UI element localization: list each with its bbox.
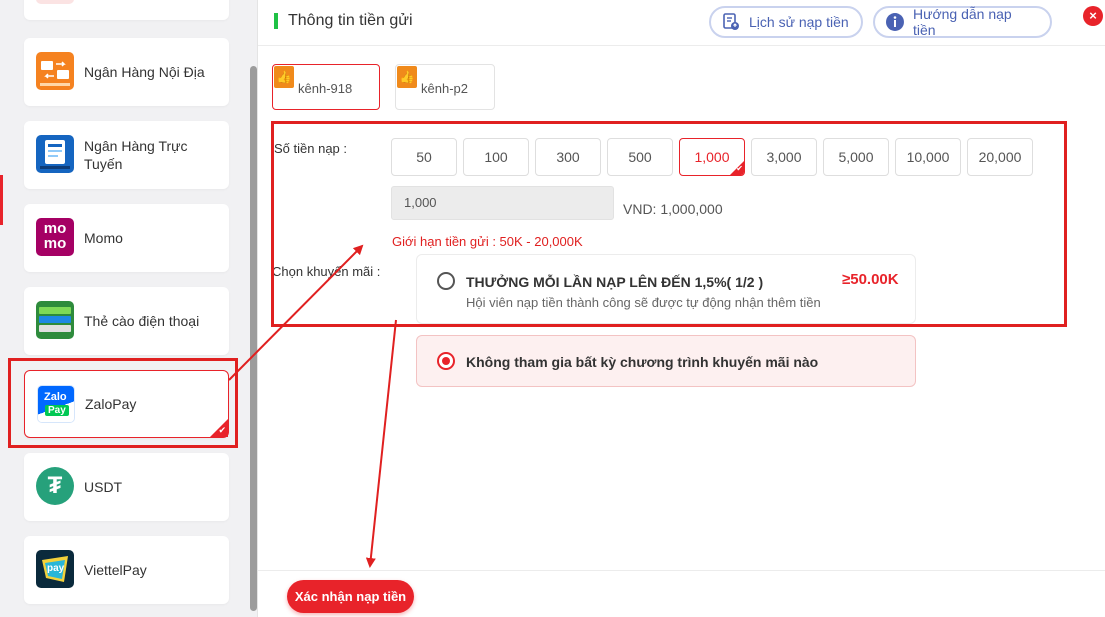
no-promotion-radio[interactable] bbox=[437, 352, 455, 370]
thumbs-up-icon: 👍 bbox=[274, 66, 294, 88]
payment-method-sidebar: Ngân Hàng Nội Địa Ngân Hàng Trực Tuyến m… bbox=[0, 0, 258, 617]
sidebar-item-label: Ngân Hàng Nội Địa bbox=[84, 64, 205, 80]
amount-option-3000[interactable]: 3,000 bbox=[751, 138, 817, 176]
sidebar-item-online-bank[interactable]: Ngân Hàng Trực Tuyến bbox=[24, 121, 229, 189]
confirm-deposit-button[interactable]: Xác nhận nạp tiền bbox=[287, 580, 414, 613]
amount-option-label: 5,000 bbox=[838, 149, 874, 165]
selected-check-icon: ✔ bbox=[218, 425, 226, 435]
sidebar-edge-marker bbox=[0, 175, 3, 225]
close-button[interactable]: × bbox=[1083, 6, 1103, 26]
amount-option-label: 1,000 bbox=[694, 149, 730, 165]
deposit-history-button[interactable]: Lịch sử nạp tiền bbox=[709, 6, 863, 38]
amount-option-500[interactable]: 500 bbox=[607, 138, 673, 176]
zalopay-icon: Zalo Pay bbox=[37, 385, 75, 423]
annotation-arrow-2 bbox=[365, 319, 397, 568]
amount-option-100[interactable]: 100 bbox=[463, 138, 529, 176]
amount-label: Số tiền nạp : bbox=[274, 141, 347, 156]
amount-input[interactable]: 1,000 bbox=[391, 186, 614, 220]
momo-icon-text-bottom: mo bbox=[43, 235, 67, 252]
sidebar-scrollbar[interactable] bbox=[250, 66, 257, 611]
phone-card-icon bbox=[36, 301, 74, 339]
online-banking-icon bbox=[36, 135, 74, 173]
sidebar-item-partial[interactable] bbox=[24, 0, 229, 20]
sidebar-item-label: ViettelPay bbox=[84, 562, 147, 578]
sidebar-item-phone-card[interactable]: Thẻ cào điện thoại bbox=[24, 287, 229, 355]
sidebar-item-usdt[interactable]: ₮ USDT bbox=[24, 453, 229, 521]
promotion-label: Chọn khuyến mãi : bbox=[272, 264, 381, 279]
deposit-guide-label: Hướng dẫn nạp tiền bbox=[912, 6, 1012, 38]
deposit-guide-button[interactable]: Hướng dẫn nạp tiền bbox=[873, 6, 1052, 38]
amount-option-label: 500 bbox=[628, 149, 652, 165]
zalopay-icon-text-bottom: Pay bbox=[45, 405, 69, 416]
sidebar-item-label: Momo bbox=[84, 230, 123, 246]
viettelpay-icon: pay bbox=[36, 550, 74, 588]
amount-option-1000[interactable]: 1,000 ✔ bbox=[679, 138, 745, 176]
momo-icon-text-top: mo bbox=[43, 220, 67, 237]
deposit-limit-text: Giới hạn tiền gửi : 50K - 20,000K bbox=[392, 234, 583, 249]
zalopay-icon-text-top: Zalo bbox=[44, 391, 67, 403]
promotion-description: Hội viên nạp tiền thành công sẽ được tự … bbox=[466, 295, 821, 310]
history-document-icon bbox=[723, 13, 739, 30]
sidebar-item-label: ZaloPay bbox=[85, 396, 137, 412]
amount-option-50[interactable]: 50 bbox=[391, 138, 457, 176]
close-icon: × bbox=[1089, 8, 1097, 23]
promotion-min-badge: ≥50.00K bbox=[842, 271, 899, 288]
bank-transfer-icon bbox=[36, 52, 74, 90]
amount-option-label: 3,000 bbox=[766, 149, 802, 165]
promotion-option[interactable]: THƯỞNG MỖI LẦN NẠP LÊN ĐẾN 1,5%( 1/2 ) H… bbox=[416, 254, 916, 324]
no-promotion-label: Không tham gia bất kỳ chương trình khuyế… bbox=[466, 354, 819, 370]
vnd-conversion: VND: 1,000,000 bbox=[623, 201, 723, 217]
amount-option-10000[interactable]: 10,000 bbox=[895, 138, 961, 176]
sidebar-item-label: USDT bbox=[84, 479, 123, 495]
channel-tab-918[interactable]: 👍 kênh-918 bbox=[272, 64, 380, 110]
amount-option-label: 20,000 bbox=[978, 149, 1022, 165]
sidebar-item-domestic-bank[interactable]: Ngân Hàng Nội Địa bbox=[24, 38, 229, 106]
amount-option-300[interactable]: 300 bbox=[535, 138, 601, 176]
sidebar-item-label: Ngân Hàng Trực Tuyến bbox=[84, 138, 188, 172]
amount-option-20000[interactable]: 20,000 bbox=[967, 138, 1033, 176]
promotion-title: THƯỞNG MỖI LẦN NẠP LÊN ĐẾN 1,5%( 1/2 ) bbox=[466, 274, 764, 290]
channel-tab-p2[interactable]: 👍 kênh-p2 bbox=[395, 64, 495, 110]
no-promotion-option[interactable]: Không tham gia bất kỳ chương trình khuyế… bbox=[416, 335, 916, 387]
thumbs-up-icon: 👍 bbox=[397, 66, 417, 88]
info-icon bbox=[885, 13, 904, 31]
viettelpay-icon-text: pay bbox=[47, 563, 65, 574]
deposit-history-label: Lịch sử nạp tiền bbox=[749, 14, 849, 30]
amount-option-5000[interactable]: 5,000 bbox=[823, 138, 889, 176]
sidebar-item-momo[interactable]: mo mo Momo bbox=[24, 204, 229, 272]
sidebar-item-zalopay[interactable]: Zalo Pay ZaloPay ✔ bbox=[24, 370, 229, 438]
amount-option-label: 10,000 bbox=[906, 149, 950, 165]
channel-tab-label: kênh-918 bbox=[298, 81, 353, 96]
amount-option-label: 50 bbox=[416, 149, 432, 165]
usdt-icon-symbol: ₮ bbox=[47, 472, 63, 499]
momo-icon: mo mo bbox=[36, 218, 74, 256]
header-accent-bar bbox=[274, 13, 278, 29]
sidebar-item-viettelpay[interactable]: pay ViettelPay bbox=[24, 536, 229, 604]
promotion-radio[interactable] bbox=[437, 272, 455, 290]
amount-option-label: 100 bbox=[484, 149, 508, 165]
usdt-icon: ₮ bbox=[36, 467, 74, 505]
selected-check-icon: ✔ bbox=[736, 164, 743, 173]
channel-tab-label: kênh-p2 bbox=[421, 81, 468, 96]
partial-method-icon bbox=[36, 0, 74, 4]
amount-option-label: 300 bbox=[556, 149, 580, 165]
page-title: Thông tin tiền gửi bbox=[288, 12, 413, 29]
sidebar-item-label: Thẻ cào điện thoại bbox=[84, 313, 200, 329]
